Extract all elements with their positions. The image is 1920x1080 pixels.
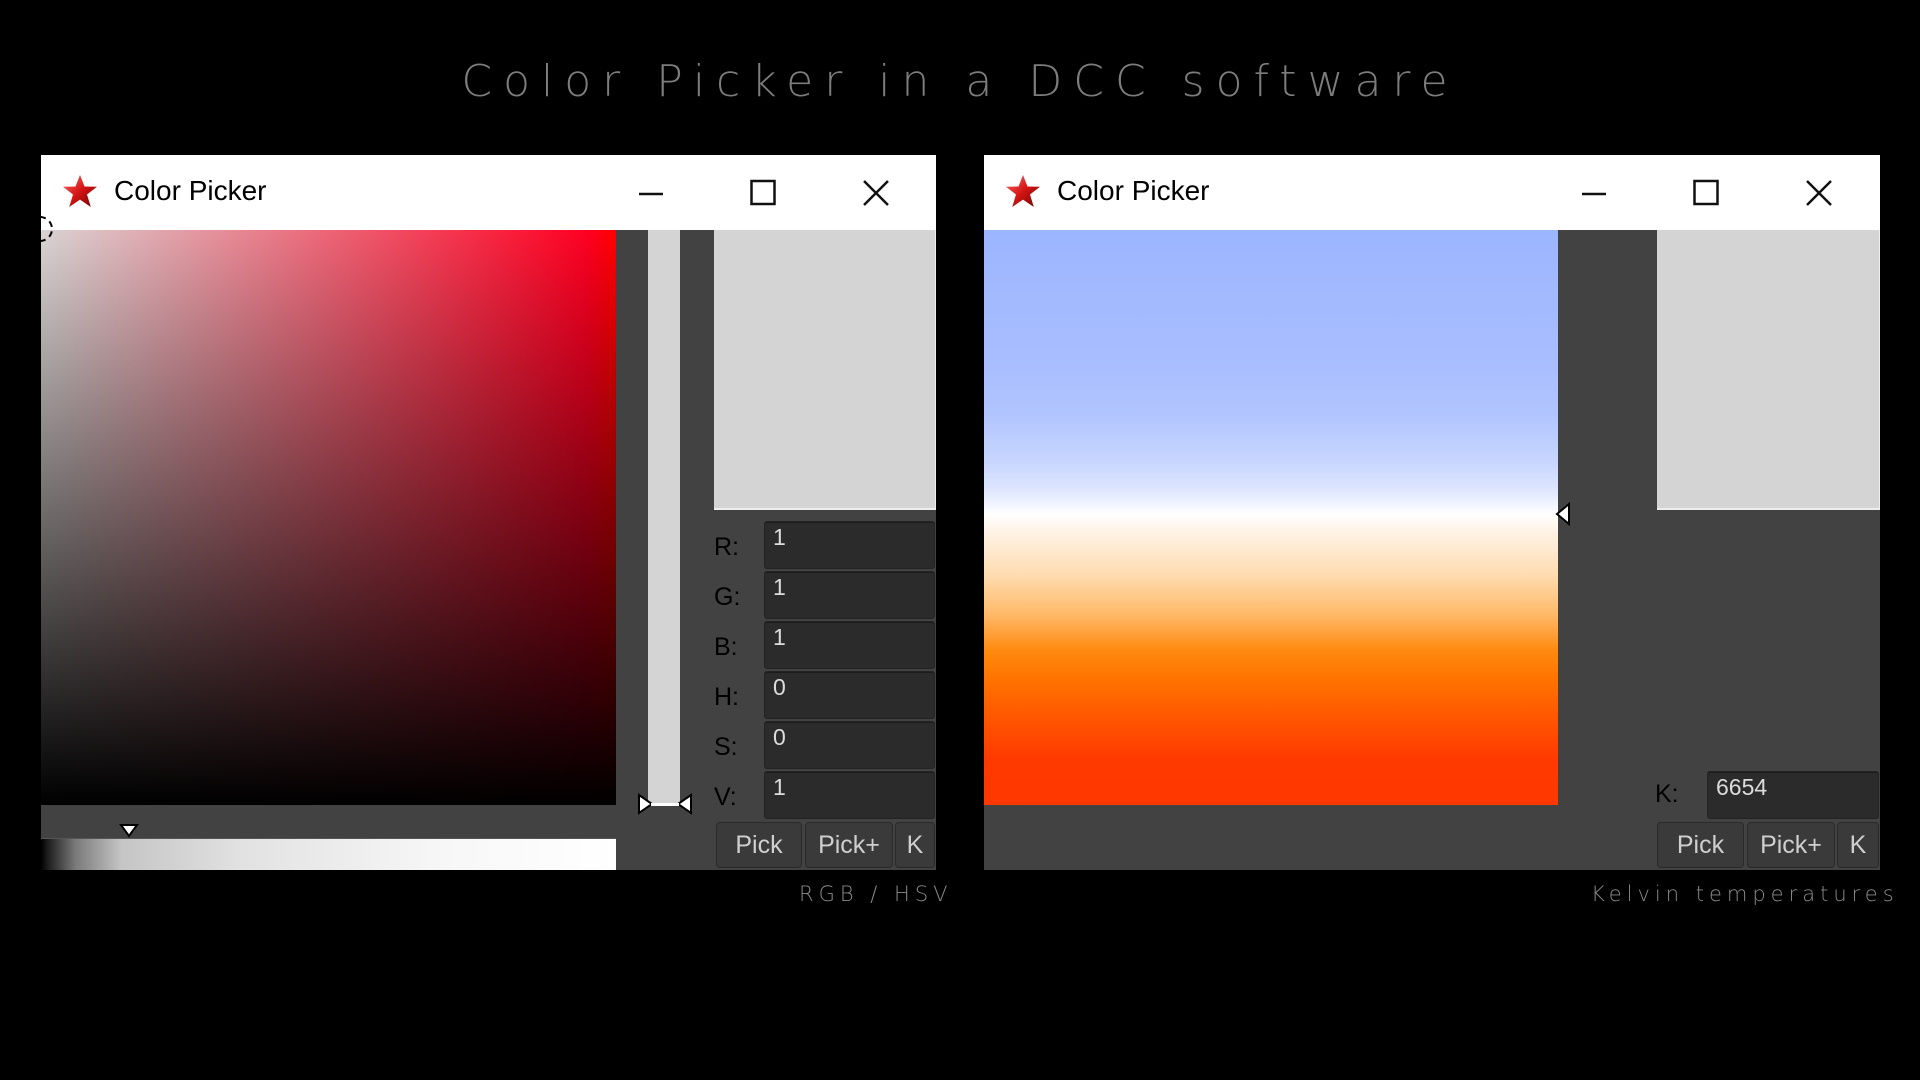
v-label: V: (714, 783, 737, 811)
pick-button[interactable]: Pick (716, 822, 802, 868)
minimize-button[interactable] (631, 173, 671, 213)
kelvin-slider-marker[interactable] (1555, 502, 1571, 526)
minimize-icon (639, 192, 663, 196)
close-icon (863, 180, 889, 206)
s-label: S: (714, 733, 738, 761)
caption-kelvin: Kelvin temperatures (1591, 882, 1899, 906)
pick-plus-button[interactable]: Pick+ (805, 822, 893, 868)
window-title: Color Picker (114, 175, 267, 206)
b-label: B: (714, 633, 738, 661)
g-label: G: (714, 583, 741, 611)
title-bar[interactable]: Color Picker (41, 155, 936, 230)
title-bar[interactable]: Color Picker (984, 155, 1880, 230)
r-label: R: (714, 533, 739, 561)
star-icon (1006, 175, 1040, 207)
maximize-icon (750, 179, 776, 206)
value-slider-handle[interactable] (637, 793, 693, 815)
color-swatch (714, 230, 936, 510)
g-input[interactable]: 1 (764, 571, 935, 619)
v-input[interactable]: 1 (764, 771, 935, 819)
star-icon (63, 175, 97, 207)
page-title: Color Picker in a DCC software (461, 56, 1459, 107)
value-slider-track[interactable] (648, 230, 680, 805)
s-input[interactable]: 0 (764, 721, 935, 769)
close-button[interactable] (1799, 173, 1839, 213)
minimize-button[interactable] (1574, 173, 1614, 213)
kelvin-input[interactable]: 6654 (1707, 771, 1879, 819)
minimize-icon (1582, 192, 1606, 196)
saturation-value-field[interactable] (41, 230, 616, 805)
r-input[interactable]: 1 (764, 521, 935, 569)
h-input[interactable]: 0 (764, 671, 935, 719)
maximize-button[interactable] (743, 173, 783, 213)
k-button[interactable]: K (1837, 822, 1879, 868)
k-button[interactable]: K (895, 822, 935, 868)
hue-bar-marker[interactable] (119, 823, 139, 839)
h-label: H: (714, 683, 739, 711)
k-label: K: (1655, 780, 1679, 808)
color-swatch (1657, 230, 1880, 510)
color-picker-window-rgb-hsv: Color Picker R: 1 G: 1 B: 1 H: 0 S: 0 V: 1 Pick Pic… (41, 155, 936, 870)
caption-rgb-hsv: RGB / HSV (799, 882, 953, 906)
pick-button[interactable]: Pick (1657, 822, 1744, 868)
close-button[interactable] (856, 173, 896, 213)
window-title: Color Picker (1057, 175, 1210, 206)
intensity-gradient-bar[interactable] (41, 838, 616, 870)
close-icon (1806, 180, 1832, 206)
maximize-button[interactable] (1686, 173, 1726, 213)
color-picker-window-kelvin: Color Picker K: 6654 Pick Pick+ K (984, 155, 1880, 870)
b-input[interactable]: 1 (764, 621, 935, 669)
pick-plus-button[interactable]: Pick+ (1747, 822, 1835, 868)
kelvin-temperature-gradient[interactable] (984, 230, 1558, 805)
maximize-icon (1693, 179, 1719, 206)
